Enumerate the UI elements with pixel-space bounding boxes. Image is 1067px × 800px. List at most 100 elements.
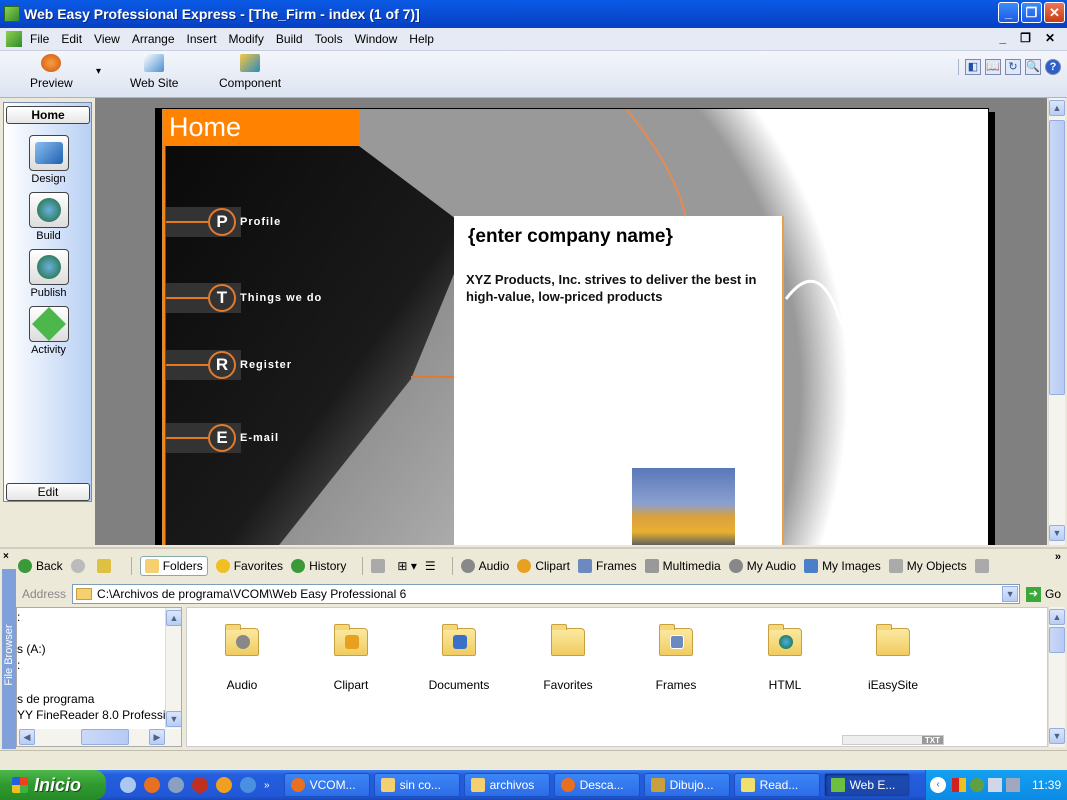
shortcut-audio[interactable]: Audio xyxy=(460,559,509,573)
preview-button[interactable]: Preview xyxy=(30,54,73,90)
menu-insert[interactable]: Insert xyxy=(181,32,223,46)
up-folder-button[interactable] xyxy=(96,559,115,573)
menu-modify[interactable]: Modify xyxy=(223,32,270,46)
tree-scroll-right[interactable]: ▶ xyxy=(149,729,165,745)
forward-button[interactable] xyxy=(70,559,89,573)
start-button[interactable]: Inicio xyxy=(0,770,106,800)
scroll-thumb[interactable] xyxy=(1049,120,1065,395)
nav-profile[interactable]: P Profile xyxy=(166,206,280,238)
coast-photo[interactable] xyxy=(632,468,735,545)
company-name[interactable]: {enter company name} xyxy=(468,226,673,248)
shortcut-overflow[interactable] xyxy=(974,559,993,573)
address-dropdown-button[interactable]: ▼ xyxy=(1002,586,1019,602)
tree-vertical-scrollbar[interactable]: ▲ ▼ xyxy=(165,608,181,728)
folders-button[interactable]: Folders xyxy=(139,556,208,576)
folder-html[interactable]: HTML xyxy=(740,624,830,692)
folder-view-scrollbar[interactable]: ▲ ▼ xyxy=(1048,607,1065,747)
details-button[interactable]: ☰ xyxy=(425,559,436,573)
clock[interactable]: 11:39 xyxy=(1032,778,1061,792)
tree-item[interactable]: s de programa xyxy=(17,692,94,706)
doc-minimize-button[interactable]: _ xyxy=(999,31,1006,45)
folder-scroll-up[interactable]: ▲ xyxy=(1049,609,1065,625)
scroll-down-button[interactable]: ▼ xyxy=(1049,525,1065,541)
tree-scroll-thumb[interactable] xyxy=(81,729,129,745)
folder-audio[interactable]: Audio xyxy=(197,624,287,692)
tray-expand-button[interactable]: ‹ xyxy=(930,777,946,793)
tree-item[interactable]: : xyxy=(17,610,20,624)
views-button[interactable]: ⊞ ▾ xyxy=(397,559,416,573)
activity-button[interactable]: Activity xyxy=(4,306,93,356)
folder-clipart[interactable]: Clipart xyxy=(306,624,396,692)
edit-tab[interactable]: Edit xyxy=(6,483,90,501)
quick-launch-more[interactable]: » xyxy=(264,780,270,791)
task-archivos[interactable]: archivos xyxy=(463,773,550,797)
component-button[interactable]: Component xyxy=(219,54,281,90)
toolbar-more-button[interactable]: » xyxy=(1055,551,1061,563)
shortcut-my-objects[interactable]: My Objects xyxy=(888,559,967,573)
desktop-icon[interactable] xyxy=(120,777,136,793)
shortcut-frames[interactable]: Frames xyxy=(578,559,637,573)
folder-ieasysite[interactable]: iEasySite xyxy=(848,624,938,692)
menu-file[interactable]: File xyxy=(24,32,55,46)
close-button[interactable]: ✕ xyxy=(1044,2,1065,23)
minimize-button[interactable]: _ xyxy=(998,2,1019,23)
history-button[interactable]: History xyxy=(291,559,346,573)
search-icon[interactable]: 🔍 xyxy=(1025,59,1041,75)
player-icon[interactable] xyxy=(216,777,232,793)
canvas-vertical-scrollbar[interactable]: ▲ ▼ xyxy=(1048,98,1065,545)
task-desca[interactable]: Desca... xyxy=(553,773,640,797)
task-vcom[interactable]: VCOM... xyxy=(283,773,370,797)
address-input[interactable]: C:\Archivos de programa\VCOM\Web Easy Pr… xyxy=(72,584,1021,604)
nav-register[interactable]: R Register xyxy=(166,349,291,381)
tree-item[interactable]: : xyxy=(17,658,20,672)
zonealarm-icon[interactable] xyxy=(952,778,966,792)
refresh-page-icon[interactable]: ↻ xyxy=(1005,59,1021,75)
media-icon[interactable] xyxy=(192,777,208,793)
messenger-icon[interactable] xyxy=(970,778,984,792)
tree-scroll-left[interactable]: ◀ xyxy=(19,729,35,745)
help-icon[interactable]: ? xyxy=(1045,59,1061,75)
scroll-up-button[interactable]: ▲ xyxy=(1049,100,1065,116)
doc-restore-button[interactable]: ❐ xyxy=(1020,31,1031,45)
file-browser-tab[interactable]: File Browser xyxy=(2,569,16,749)
folder-scroll-thumb[interactable] xyxy=(1049,627,1065,653)
build-button[interactable]: Build xyxy=(4,192,93,242)
folder-favorites[interactable]: Favorites xyxy=(523,624,613,692)
design-canvas[interactable]: Home P Profile T Things we do R Register EE… xyxy=(97,98,1047,545)
favorites-button[interactable]: Favorites xyxy=(215,559,283,573)
nav-email[interactable]: E E-mail xyxy=(166,422,278,454)
home-tab[interactable]: Home xyxy=(6,106,90,124)
web-page[interactable]: Home P Profile T Things we do R Register EE… xyxy=(155,108,989,545)
ie-icon[interactable] xyxy=(240,777,256,793)
design-button[interactable]: Design xyxy=(4,135,93,185)
folder-view[interactable]: Audio Clipart Documents Favorites Frames… xyxy=(186,607,1048,747)
tree-scroll-down[interactable]: ▼ xyxy=(166,711,181,727)
menu-tools[interactable]: Tools xyxy=(309,32,349,46)
preview-dropdown-icon[interactable]: ▾ xyxy=(96,66,101,77)
menu-edit[interactable]: Edit xyxy=(55,32,88,46)
shortcut-multimedia[interactable]: Multimedia xyxy=(644,559,721,573)
tree-scroll-up[interactable]: ▲ xyxy=(166,610,181,626)
shortcut-my-audio[interactable]: My Audio xyxy=(728,559,796,573)
folder-tree[interactable]: : s (A:) : s de programa YY FineReader 8… xyxy=(16,607,182,747)
tree-item[interactable]: s (A:) xyxy=(17,642,46,656)
task-read[interactable]: Read... xyxy=(733,773,820,797)
menu-help[interactable]: Help xyxy=(403,32,440,46)
folder-scroll-down[interactable]: ▼ xyxy=(1049,728,1065,744)
folder-documents[interactable]: Documents xyxy=(414,624,504,692)
website-button[interactable]: Web Site xyxy=(130,54,178,90)
network-icon[interactable] xyxy=(988,778,1002,792)
book-icon[interactable]: 📖 xyxy=(985,59,1001,75)
menu-arrange[interactable]: Arrange xyxy=(126,32,181,46)
tray-app-icon[interactable] xyxy=(1006,778,1020,792)
shortcut-clipart[interactable]: Clipart xyxy=(517,559,570,573)
restore-button[interactable]: ❐ xyxy=(1021,2,1042,23)
file-browser-close-button[interactable]: × xyxy=(3,551,9,562)
properties-button[interactable] xyxy=(371,559,389,573)
content-box[interactable]: {enter company name} XYZ Products, Inc. … xyxy=(454,216,784,545)
menu-view[interactable]: View xyxy=(88,32,126,46)
menu-build[interactable]: Build xyxy=(270,32,309,46)
email-icon[interactable] xyxy=(168,777,184,793)
go-button[interactable]: ➜ Go xyxy=(1026,586,1061,602)
doc-close-button[interactable]: ✕ xyxy=(1045,31,1055,45)
